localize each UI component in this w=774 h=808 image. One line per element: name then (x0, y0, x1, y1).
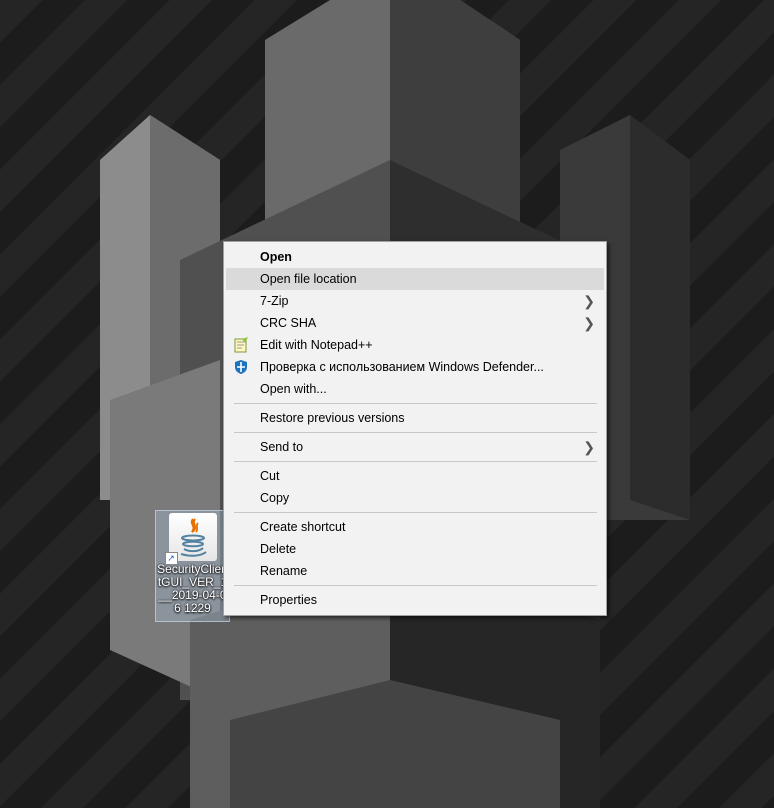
menu-item-label: 7-Zip (260, 294, 289, 308)
menu-item-label: Create shortcut (260, 520, 346, 534)
menu-item-open-with[interactable]: Open with... (226, 378, 604, 400)
menu-item-restore-previous-versions[interactable]: Restore previous versions (226, 407, 604, 429)
chevron-right-icon: ❯ (583, 293, 595, 309)
menu-separator (234, 461, 597, 462)
menu-item-label: Rename (260, 564, 308, 578)
menu-item-label: Open file location (260, 272, 357, 286)
menu-item-label: Send to (260, 440, 304, 454)
context-menu: Open Open file location 7-Zip ❯ CRC SHA ❯ … (223, 241, 607, 616)
menu-item-label: Restore previous versions (260, 411, 405, 425)
menu-item-crc-sha[interactable]: CRC SHA ❯ (226, 312, 604, 334)
menu-item-open-file-location[interactable]: Open file location (226, 268, 604, 290)
windows-defender-icon (233, 359, 249, 375)
menu-separator (234, 403, 597, 404)
menu-item-label: Проверка с использованием Windows Defend… (260, 360, 544, 374)
menu-item-cut[interactable]: Cut (226, 465, 604, 487)
desktop-file-icon[interactable]: ↗ SecurityClientGUI_VER_1__2019-04-06 12… (155, 510, 230, 622)
menu-item-copy[interactable]: Copy (226, 487, 604, 509)
menu-item-label: Delete (260, 542, 297, 556)
java-icon: ↗ (164, 513, 217, 565)
menu-item-label: Open with... (260, 382, 327, 396)
menu-item-delete[interactable]: Delete (226, 538, 604, 560)
menu-item-windows-defender[interactable]: Проверка с использованием Windows Defend… (226, 356, 604, 378)
menu-item-send-to[interactable]: Send to ❯ (226, 436, 604, 458)
menu-item-properties[interactable]: Properties (226, 589, 604, 611)
menu-item-label: Open (260, 250, 292, 264)
chevron-right-icon: ❯ (583, 439, 595, 455)
menu-item-label: Properties (260, 593, 317, 607)
menu-item-label: Edit with Notepad++ (260, 338, 373, 352)
chevron-right-icon: ❯ (583, 315, 595, 331)
menu-item-7zip[interactable]: 7-Zip ❯ (226, 290, 604, 312)
menu-item-label: CRC SHA (260, 316, 317, 330)
menu-separator (234, 432, 597, 433)
menu-item-label: Copy (260, 491, 290, 505)
menu-separator (234, 512, 597, 513)
menu-item-create-shortcut[interactable]: Create shortcut (226, 516, 604, 538)
desktop-file-label: SecurityClientGUI_VER_1__2019-04-06 1229 (157, 562, 228, 615)
notepad-plus-plus-icon (233, 337, 249, 353)
menu-item-label: Cut (260, 469, 280, 483)
menu-separator (234, 585, 597, 586)
menu-item-rename[interactable]: Rename (226, 560, 604, 582)
menu-item-edit-notepad[interactable]: Edit with Notepad++ (226, 334, 604, 356)
menu-item-open[interactable]: Open (226, 246, 604, 268)
shortcut-arrow-icon: ↗ (164, 552, 178, 565)
